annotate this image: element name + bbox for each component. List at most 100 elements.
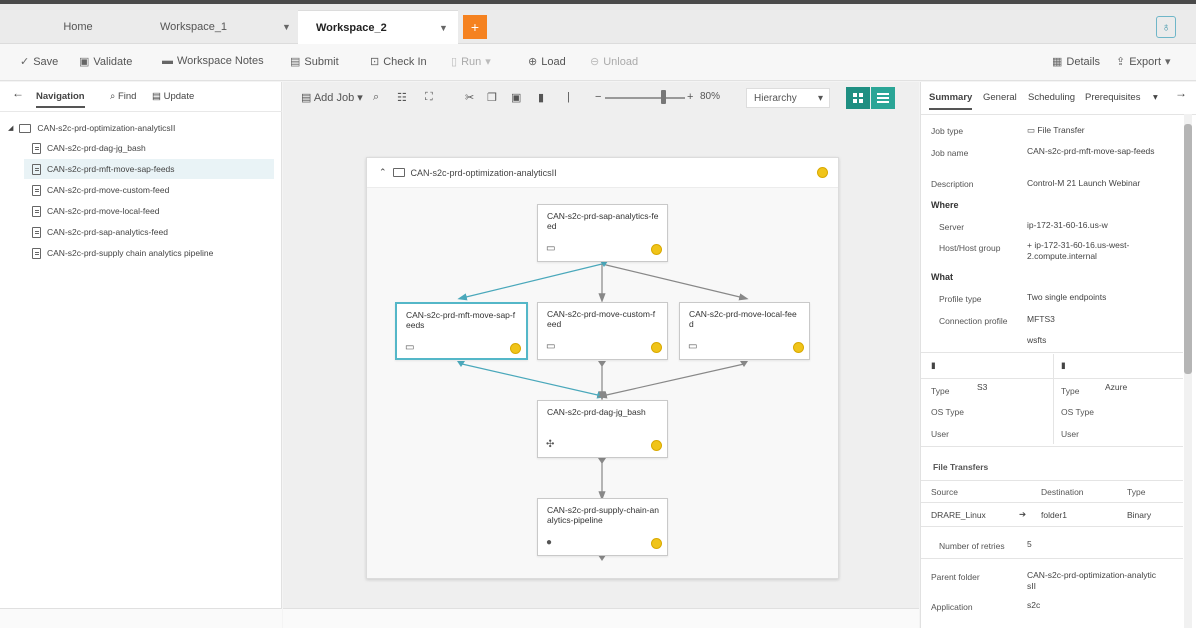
chevron-down-icon[interactable]: ▼ bbox=[282, 22, 291, 32]
tree-item[interactable]: CAN-s2c-prd-move-custom-feed bbox=[32, 180, 169, 200]
divider bbox=[921, 114, 1196, 115]
scrollbar-thumb[interactable] bbox=[1184, 124, 1192, 374]
unload-button[interactable]: ⊖ Unload bbox=[590, 55, 638, 69]
copy-icon[interactable]: ❐ bbox=[487, 91, 497, 104]
tree-item[interactable]: CAN-s2c-prd-sap-analytics-feed bbox=[32, 222, 168, 242]
tab-home[interactable]: Home bbox=[8, 10, 148, 44]
tab-navigation[interactable]: Navigation bbox=[36, 91, 85, 108]
tab-general[interactable]: General bbox=[983, 92, 1017, 103]
tab-update[interactable]: ▤ Update bbox=[152, 91, 194, 102]
collapse-chevron-icon[interactable]: ⌃ bbox=[379, 167, 387, 178]
tree-folder[interactable]: ◢ CAN-s2c-prd-optimization-analyticsII bbox=[8, 118, 175, 138]
validate-button[interactable]: ▣ Validate bbox=[79, 55, 132, 69]
chevron-down-icon[interactable]: ▾ bbox=[1153, 92, 1158, 103]
check-icon: ✓ bbox=[20, 56, 30, 68]
tab-workspace-1[interactable]: Workspace_1 ▼ bbox=[148, 10, 298, 44]
list-view-icon bbox=[877, 93, 889, 103]
tab-find[interactable]: ⌕ Find bbox=[110, 91, 136, 102]
job-node-mft-move-sap-feeds[interactable]: CAN-s2c-prd-mft-move-sap-feeds ▭ bbox=[395, 302, 528, 360]
grid-view-button[interactable] bbox=[846, 87, 870, 109]
paste-icon[interactable]: ▣ bbox=[511, 91, 521, 104]
job-node-dag-jg-bash[interactable]: CAN-s2c-prd-dag-jg_bash ✣ bbox=[537, 400, 668, 458]
tree-item[interactable]: CAN-s2c-prd-dag-jg_bash bbox=[32, 138, 146, 158]
transfer-type[interactable]: Binary bbox=[1127, 510, 1151, 521]
tab-workspace-2[interactable]: Workspace_2 ▼ bbox=[298, 10, 458, 44]
job-node-title: CAN-s2c-prd-move-custom-feed bbox=[547, 309, 656, 329]
job-node-supply-chain-pipeline[interactable]: CAN-s2c-prd-supply-chain-analytics-pipel… bbox=[537, 498, 668, 556]
export-icon: ⇪ bbox=[1116, 56, 1126, 68]
parent-folder-value[interactable]: CAN-s2c-prd-optimization-analyticsII bbox=[1027, 570, 1157, 592]
status-dot bbox=[817, 167, 828, 178]
job-name-label: Job name bbox=[931, 148, 969, 158]
check-in-button[interactable]: ⊡ Check In bbox=[370, 55, 427, 69]
transfer-destination[interactable]: folder1 bbox=[1041, 510, 1067, 521]
job-node-sap-analytics-feed[interactable]: CAN-s2c-prd-sap-analytics-feed ▭ bbox=[537, 204, 668, 262]
zoom-slider-handle[interactable] bbox=[661, 90, 666, 104]
chevron-down-icon[interactable]: ▼ bbox=[439, 23, 448, 33]
canvas-toolbar: ▤ Add Job ▾ ⌕ ☷ ⛶ ✂ ❐ ▣ ▮ | − + 80% Hier… bbox=[283, 82, 919, 114]
expand-caret-icon[interactable]: ◢ bbox=[8, 124, 13, 132]
workflow-canvas[interactable]: ▤ Add Job ▾ ⌕ ☷ ⛶ ✂ ❐ ▣ ▮ | − + 80% Hier… bbox=[283, 82, 919, 628]
file-transfer-icon: ▭ bbox=[546, 341, 556, 352]
job-node-title: CAN-s2c-prd-dag-jg_bash bbox=[547, 407, 646, 417]
tab-scheduling[interactable]: Scheduling bbox=[1028, 92, 1075, 103]
retries-value: 5 bbox=[1027, 539, 1032, 549]
tree-item[interactable]: CAN-s2c-prd-supply chain analytics pipel… bbox=[32, 243, 213, 263]
align-icon[interactable]: ☷ bbox=[397, 91, 407, 104]
scheduling-tab-label: Scheduling bbox=[1028, 92, 1076, 103]
zoom-slider[interactable] bbox=[605, 97, 685, 99]
profile-type-value: Two single endpoints bbox=[1027, 292, 1107, 302]
tab-prerequisites[interactable]: Prerequisites bbox=[1085, 92, 1140, 103]
fit-screen-icon[interactable]: ⛶ bbox=[425, 91, 433, 104]
load-label: Load bbox=[541, 55, 566, 68]
tree-item-label: CAN-s2c-prd-mft-move-sap-feeds bbox=[47, 164, 175, 174]
tree-item[interactable]: CAN-s2c-prd-move-local-feed bbox=[32, 201, 159, 221]
tree-item-selected[interactable]: CAN-s2c-prd-mft-move-sap-feeds bbox=[24, 159, 274, 179]
run-icon: ▯ bbox=[451, 56, 458, 68]
description-value: Control-M 21 Launch Webinar bbox=[1027, 178, 1141, 188]
run-button[interactable]: ▯ Run ▾ bbox=[451, 55, 491, 69]
cut-icon[interactable]: ✂ bbox=[465, 91, 474, 104]
add-job-button[interactable]: ▤ Add Job ▾ bbox=[301, 91, 363, 104]
zoom-in-icon[interactable]: + bbox=[687, 91, 693, 103]
endpoint-2-type-label: Type bbox=[1061, 386, 1080, 396]
zoom-out-icon[interactable]: − bbox=[595, 91, 601, 103]
delete-icon[interactable]: ▮ bbox=[538, 91, 544, 104]
folder-container[interactable]: ⌃ CAN-s2c-prd-optimization-analyticsII C… bbox=[366, 157, 839, 579]
folder-icon bbox=[392, 168, 405, 177]
plus-icon: + bbox=[470, 19, 480, 35]
collapse-left-arrow-icon[interactable]: ← bbox=[12, 86, 24, 100]
load-button[interactable]: ⊕ Load bbox=[528, 55, 566, 69]
load-icon: ⊕ bbox=[528, 56, 538, 68]
job-node-move-custom-feed[interactable]: CAN-s2c-prd-move-custom-feed ▭ bbox=[537, 302, 668, 360]
view-mode-select[interactable]: Hierarchy ▾ bbox=[746, 88, 830, 108]
separator-icon: | bbox=[567, 91, 570, 103]
add-tab-button[interactable]: + bbox=[463, 15, 487, 39]
host-label: Host/Host group bbox=[939, 243, 1001, 253]
divider bbox=[921, 480, 1183, 481]
general-tab-label: General bbox=[983, 92, 1017, 103]
export-button[interactable]: ⇪ Export ▾ bbox=[1116, 55, 1171, 69]
find-tab-label: Find bbox=[117, 91, 137, 102]
details-button[interactable]: ▦ Details bbox=[1052, 55, 1100, 69]
tab-summary[interactable]: Summary bbox=[929, 92, 973, 110]
col-type: Type bbox=[1127, 487, 1146, 497]
comment-icon: ▬ bbox=[162, 55, 173, 67]
canvas-bottom-bar bbox=[283, 608, 919, 628]
save-button[interactable]: ✓ Save bbox=[20, 55, 58, 69]
lightbulb-icon[interactable]: ♁ bbox=[1156, 16, 1176, 38]
left-bottom-bar bbox=[0, 608, 282, 628]
navigation-panel-header: ← Navigation ⌕ Find ▤ Update bbox=[0, 82, 282, 112]
list-view-button[interactable] bbox=[871, 87, 895, 109]
job-node-move-local-feed[interactable]: CAN-s2c-prd-move-local-feed ▭ bbox=[679, 302, 810, 360]
connection-profile-value: MFTS3 bbox=[1027, 314, 1055, 324]
transfer-source[interactable]: DRARE_Linux bbox=[931, 510, 986, 521]
job-icon bbox=[32, 142, 41, 154]
workspace-notes-button[interactable]: ▬ Workspace Notes bbox=[162, 55, 264, 67]
submit-button[interactable]: ▤ Submit bbox=[290, 55, 339, 69]
search-icon[interactable]: ⌕ bbox=[373, 91, 379, 104]
collapse-right-arrow-icon[interactable]: → bbox=[1175, 86, 1187, 100]
caret-down-icon: ▾ bbox=[1165, 56, 1171, 68]
application-value: s2c bbox=[1027, 600, 1041, 610]
col-destination: Destination bbox=[1041, 487, 1084, 497]
